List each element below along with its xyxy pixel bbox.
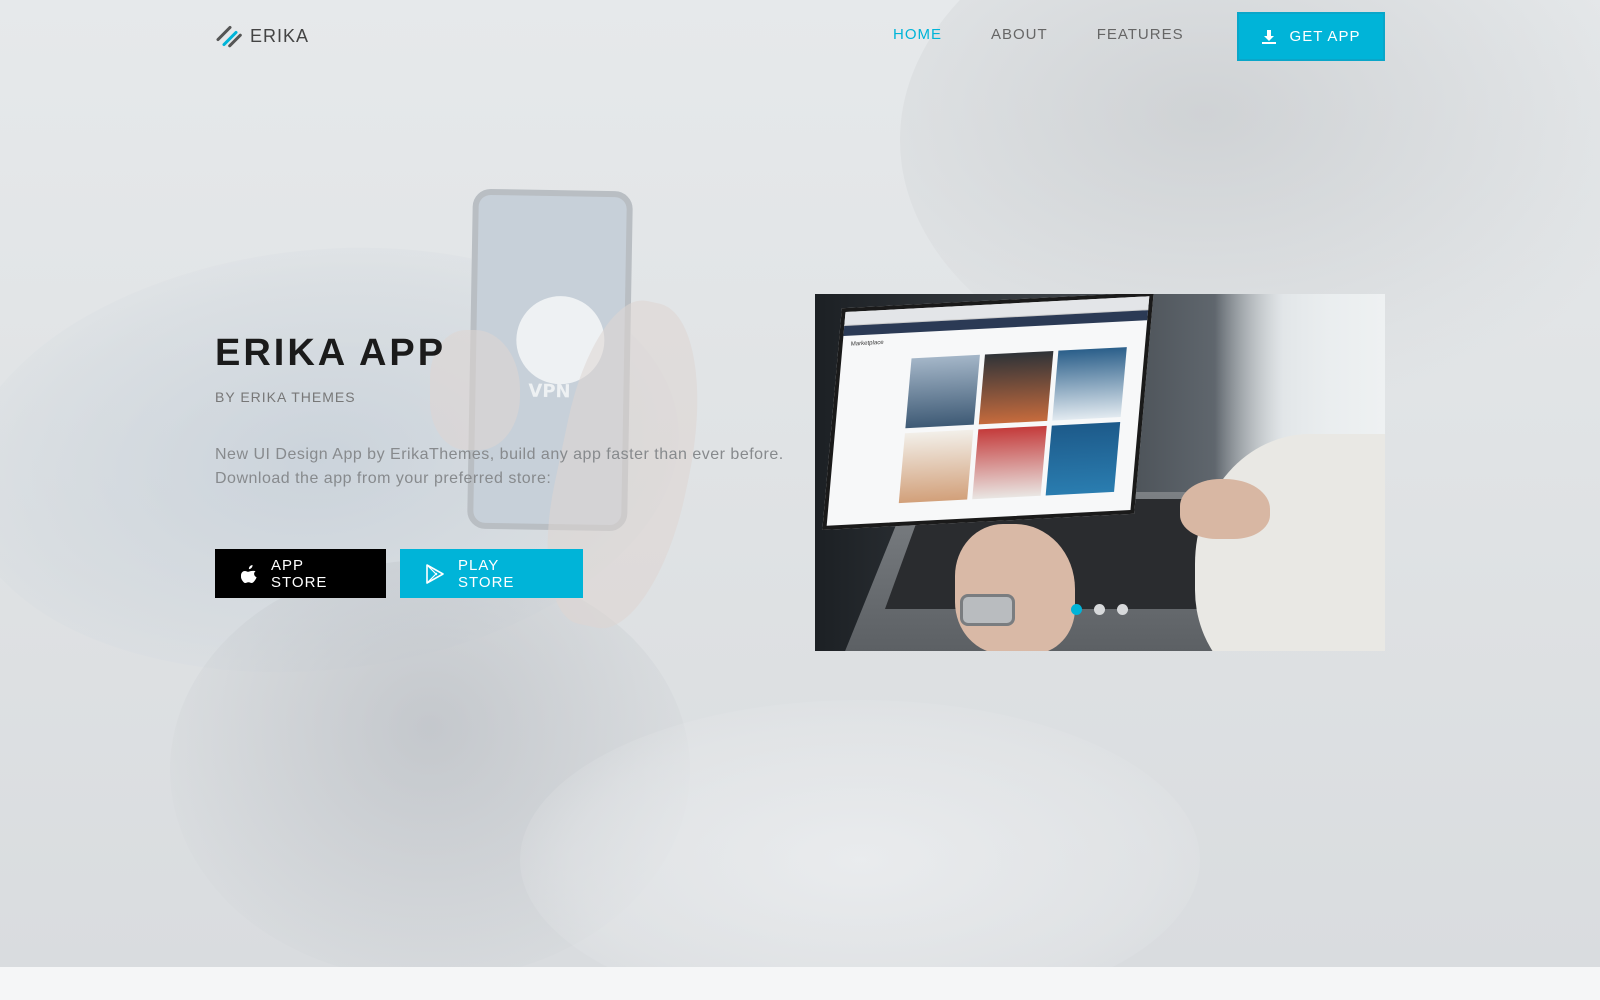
laptop-screen-image: Marketplace [822,294,1154,530]
logo-mark-icon [214,20,246,52]
download-icon [1261,29,1276,44]
get-app-label: GET APP [1289,28,1361,45]
hero-description: New UI Design App by ErikaThemes, build … [215,446,784,487]
thumbnail [898,429,974,504]
thumbnail [1052,347,1127,421]
person-right-hand-image [1180,479,1270,539]
play-store-button[interactable]: PLAY STORE [400,549,583,598]
get-app-button[interactable]: GET APP [1237,12,1385,61]
carousel-dot-1[interactable] [1071,604,1082,615]
brand-logo[interactable]: ERIKA [214,20,309,52]
thumbnail [978,350,1054,425]
app-store-button[interactable]: APP STORE [215,549,386,598]
person-left-hand-image [955,524,1075,651]
brand-name: ERIKA [250,25,310,46]
navbar: ERIKA HOME ABOUT FEATURES GET APP [0,0,1600,72]
thumbnail [905,354,980,429]
hero-subtitle: BY ERIKA THEMES [215,389,356,405]
play-store-label: PLAY STORE [458,556,515,591]
nav-link-home[interactable]: HOME [893,26,942,43]
carousel-pagination [1071,604,1128,615]
next-section-strip [0,967,1600,1000]
carousel-dot-2[interactable] [1094,604,1105,615]
thumbnail [1045,422,1121,496]
carousel-dot-3[interactable] [1117,604,1128,615]
nav-menu: HOME ABOUT FEATURES [893,26,1184,43]
app-store-label: APP STORE [271,556,328,591]
apple-icon [241,564,257,583]
hero-title: ERIKA APP [215,332,447,374]
thumbnail [972,425,1047,500]
nav-link-about[interactable]: ABOUT [991,26,1048,43]
laptop-screen-thumbnails [898,347,1127,504]
nav-link-features[interactable]: FEATURES [1097,26,1184,43]
hero-image-carousel[interactable]: Marketplace [815,294,1385,651]
store-buttons: APP STORE PLAY STORE [215,549,583,598]
hero-content: ERIKA APP BY ERIKA THEMES New UI Design … [215,332,795,491]
wristwatch-image [960,594,1015,626]
play-store-icon [426,563,444,584]
